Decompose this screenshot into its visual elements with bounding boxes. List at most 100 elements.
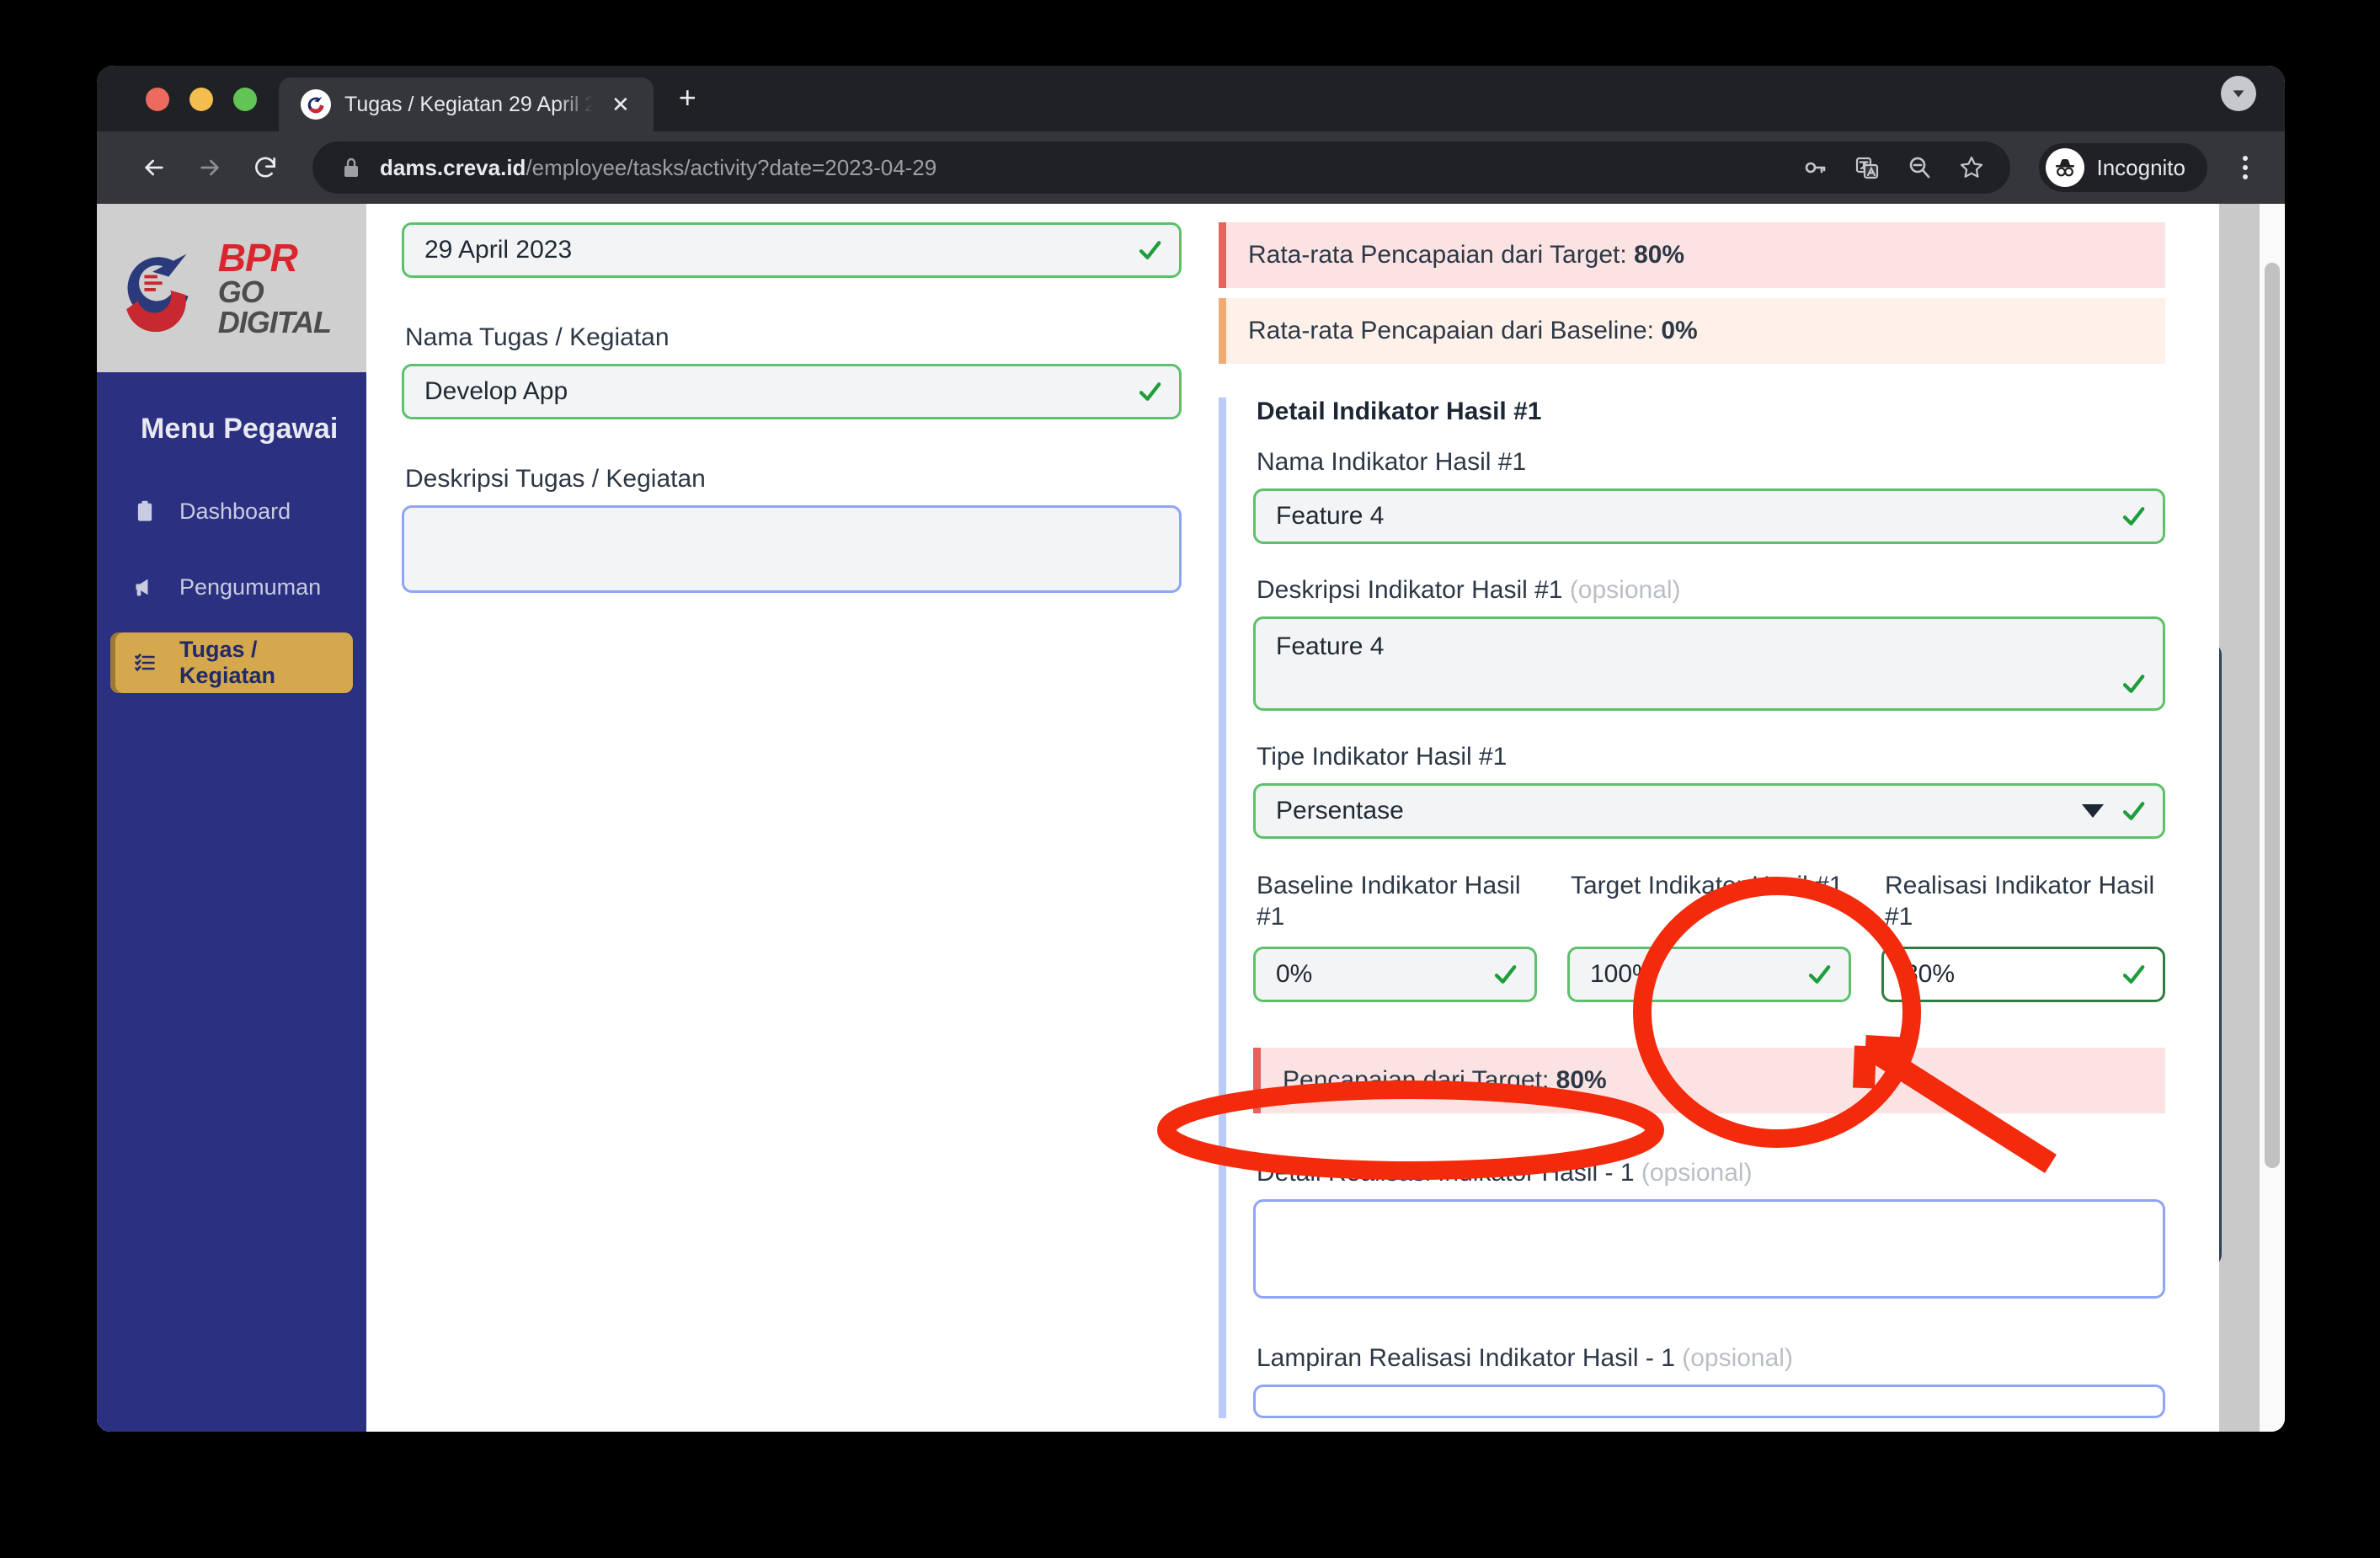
indicator-section-title: Detail Indikator Hasil #1 — [1257, 398, 1542, 425]
sidebar-item-label: Pengumuman — [179, 574, 322, 600]
avg-achievement-baseline-alert: Rata-rata Pencapaian dari Baseline: 0% — [1219, 298, 2165, 364]
page-scrollbar[interactable] — [2260, 204, 2285, 1432]
valid-check-icon — [1806, 962, 1832, 987]
browser-tab-strip: Tugas / Kegiatan 29 April 2023 ✕ + — [97, 66, 2285, 131]
maximize-window-button[interactable] — [233, 88, 257, 111]
sidebar-item-dashboard[interactable]: Dashboard — [110, 481, 353, 542]
browser-tab-title: Tugas / Kegiatan 29 April 2023 — [344, 92, 593, 116]
achievement-target-label: Pencapaian dari Target: — [1283, 1066, 1556, 1094]
window-traffic-lights — [97, 88, 257, 131]
site-favicon-icon — [301, 89, 331, 120]
detail-realisasi-label: Detail Realisasi Indikator Hasil - 1 (op… — [1257, 1159, 1753, 1187]
indicator-name-value: Feature 4 — [1276, 502, 1385, 530]
incognito-label: Incognito — [2096, 154, 2185, 180]
browser-toolbar: dams.creva.id/employee/tasks/activity?da… — [97, 131, 2285, 204]
megaphone-icon — [132, 574, 157, 600]
star-icon[interactable] — [1956, 152, 1987, 183]
date-field[interactable]: 29 April 2023 — [402, 222, 1182, 278]
task-description-label: Deskripsi Tugas / Kegiatan — [405, 465, 706, 493]
target-value: 100% — [1590, 960, 1655, 988]
close-tab-button[interactable]: ✕ — [606, 90, 635, 119]
task-activity-modal: 29 April 2023 Nama Tugas / Kegiatan Deve… — [366, 204, 2219, 1432]
achievement-target-value: 80% — [1556, 1066, 1607, 1094]
address-bar-url: dams.creva.id/employee/tasks/activity?da… — [380, 155, 937, 181]
lampiran-realisasi-input[interactable] — [1253, 1385, 2165, 1418]
three-dot-menu-icon[interactable] — [2234, 151, 2256, 184]
lock-icon — [341, 156, 361, 179]
page-viewport: BPR GO DIGITAL Menu Pegawai Dashboard Pe… — [97, 204, 2285, 1432]
avg-achievement-baseline-label: Rata-rata Pencapaian dari Baseline: — [1248, 317, 1662, 344]
indicator-type-label: Tipe Indikator Hasil #1 — [1257, 743, 1508, 771]
forward-arrow-icon[interactable] — [186, 144, 233, 191]
chevron-down-icon[interactable] — [2221, 76, 2256, 111]
translate-icon[interactable] — [1852, 152, 1882, 183]
tab-strip-right-actions — [2221, 76, 2285, 131]
task-name-input[interactable]: Develop App — [402, 364, 1182, 419]
indicator-description-textarea[interactable]: Feature 4 — [1253, 616, 2165, 711]
chevron-down-icon — [2082, 804, 2104, 818]
address-bar[interactable]: dams.creva.id/employee/tasks/activity?da… — [312, 141, 2011, 194]
avg-achievement-target-alert: Rata-rata Pencapaian dari Target: 80% — [1219, 222, 2165, 288]
brand-godigital-text: GO DIGITAL — [217, 275, 332, 339]
modal-right-column: Rata-rata Pencapaian dari Target: 80% Ra… — [1219, 204, 2219, 1432]
task-list-icon — [132, 650, 157, 675]
zoom-out-icon[interactable] — [1904, 152, 1934, 183]
realisasi-value: 80% — [1904, 960, 1956, 988]
url-path: /employee/tasks/activity?date=2023-04-29 — [526, 154, 937, 180]
minimize-window-button[interactable] — [189, 88, 213, 111]
valid-check-icon — [1137, 379, 1162, 404]
optional-marker: (opsional) — [1569, 576, 1681, 604]
app-sidebar: BPR GO DIGITAL Menu Pegawai Dashboard Pe… — [97, 204, 366, 1432]
valid-check-icon — [2121, 962, 2146, 987]
indicator-values-row: Baseline Indikator Hasil #1 0% Target In… — [1253, 871, 2165, 1002]
brand-wordmark: BPR GO DIGITAL — [218, 238, 378, 338]
indicator-type-select[interactable]: Persentase — [1253, 783, 2165, 839]
target-input[interactable]: 100% — [1567, 947, 1851, 1002]
incognito-icon — [2046, 148, 2085, 187]
back-arrow-icon[interactable] — [131, 144, 178, 191]
optional-marker: (opsional) — [1641, 1159, 1753, 1187]
optional-marker: (opsional) — [1682, 1344, 1793, 1372]
brand-logo-area: BPR GO DIGITAL — [97, 204, 366, 372]
realisasi-input[interactable]: 80% — [1881, 947, 2165, 1002]
sidebar-item-tugas-kegiatan[interactable]: Tugas / Kegiatan — [110, 632, 353, 693]
target-cell: Target Indikator Hasil #1 100% — [1567, 871, 1881, 1002]
avg-achievement-target-label: Rata-rata Pencapaian dari Target: — [1248, 241, 1635, 269]
valid-check-icon — [2121, 798, 2146, 824]
lampiran-realisasi-label: Lampiran Realisasi Indikator Hasil - 1 (… — [1257, 1344, 1793, 1372]
realisasi-cell: Realisasi Indikator Hasil #1 80% — [1881, 871, 2165, 1002]
close-window-button[interactable] — [146, 88, 169, 111]
sidebar-item-pengumuman[interactable]: Pengumuman — [110, 557, 353, 617]
sidebar-item-label: Dashboard — [179, 498, 291, 524]
indicator-name-label: Nama Indikator Hasil #1 — [1257, 448, 1527, 476]
task-name-label: Nama Tugas / Kegiatan — [405, 323, 670, 351]
detail-realisasi-textarea[interactable] — [1253, 1199, 2165, 1299]
indicator-type-value: Persentase — [1276, 797, 1404, 824]
incognito-profile-chip[interactable]: Incognito — [2039, 143, 2207, 192]
page-scrollbar-thumb[interactable] — [2265, 263, 2280, 1168]
modal-left-column: 29 April 2023 Nama Tugas / Kegiatan Deve… — [366, 204, 1219, 1432]
valid-check-icon — [1137, 237, 1162, 263]
url-domain: dams.creva.id — [380, 154, 526, 180]
valid-check-icon — [2121, 671, 2146, 696]
valid-check-icon — [2121, 504, 2146, 529]
reload-icon[interactable] — [242, 144, 289, 191]
task-description-textarea[interactable] — [402, 505, 1182, 593]
avg-achievement-baseline-value: 0% — [1661, 317, 1698, 344]
indicator-detail-panel: Detail Indikator Hasil #1 Nama Indikator… — [1219, 398, 2165, 1418]
new-tab-button[interactable]: + — [679, 83, 696, 113]
address-bar-actions — [1800, 152, 1987, 183]
realisasi-label: Realisasi Indikator Hasil #1 — [1885, 872, 2155, 931]
sidebar-title: Menu Pegawai — [141, 413, 339, 445]
indicator-description-value: Feature 4 — [1276, 632, 1385, 660]
baseline-input[interactable]: 0% — [1253, 947, 1537, 1002]
baseline-label: Baseline Indikator Hasil #1 — [1257, 872, 1521, 931]
baseline-cell: Baseline Indikator Hasil #1 0% — [1253, 871, 1567, 1002]
indicator-name-input[interactable]: Feature 4 — [1253, 488, 2165, 544]
key-icon[interactable] — [1800, 152, 1830, 183]
browser-window: Tugas / Kegiatan 29 April 2023 ✕ + dams.… — [97, 66, 2285, 1432]
baseline-value: 0% — [1276, 960, 1313, 988]
avg-achievement-target-value: 80% — [1634, 241, 1685, 269]
bpr-go-digital-logo: BPR GO DIGITAL — [109, 238, 378, 338]
browser-tab[interactable]: Tugas / Kegiatan 29 April 2023 ✕ — [279, 77, 654, 131]
